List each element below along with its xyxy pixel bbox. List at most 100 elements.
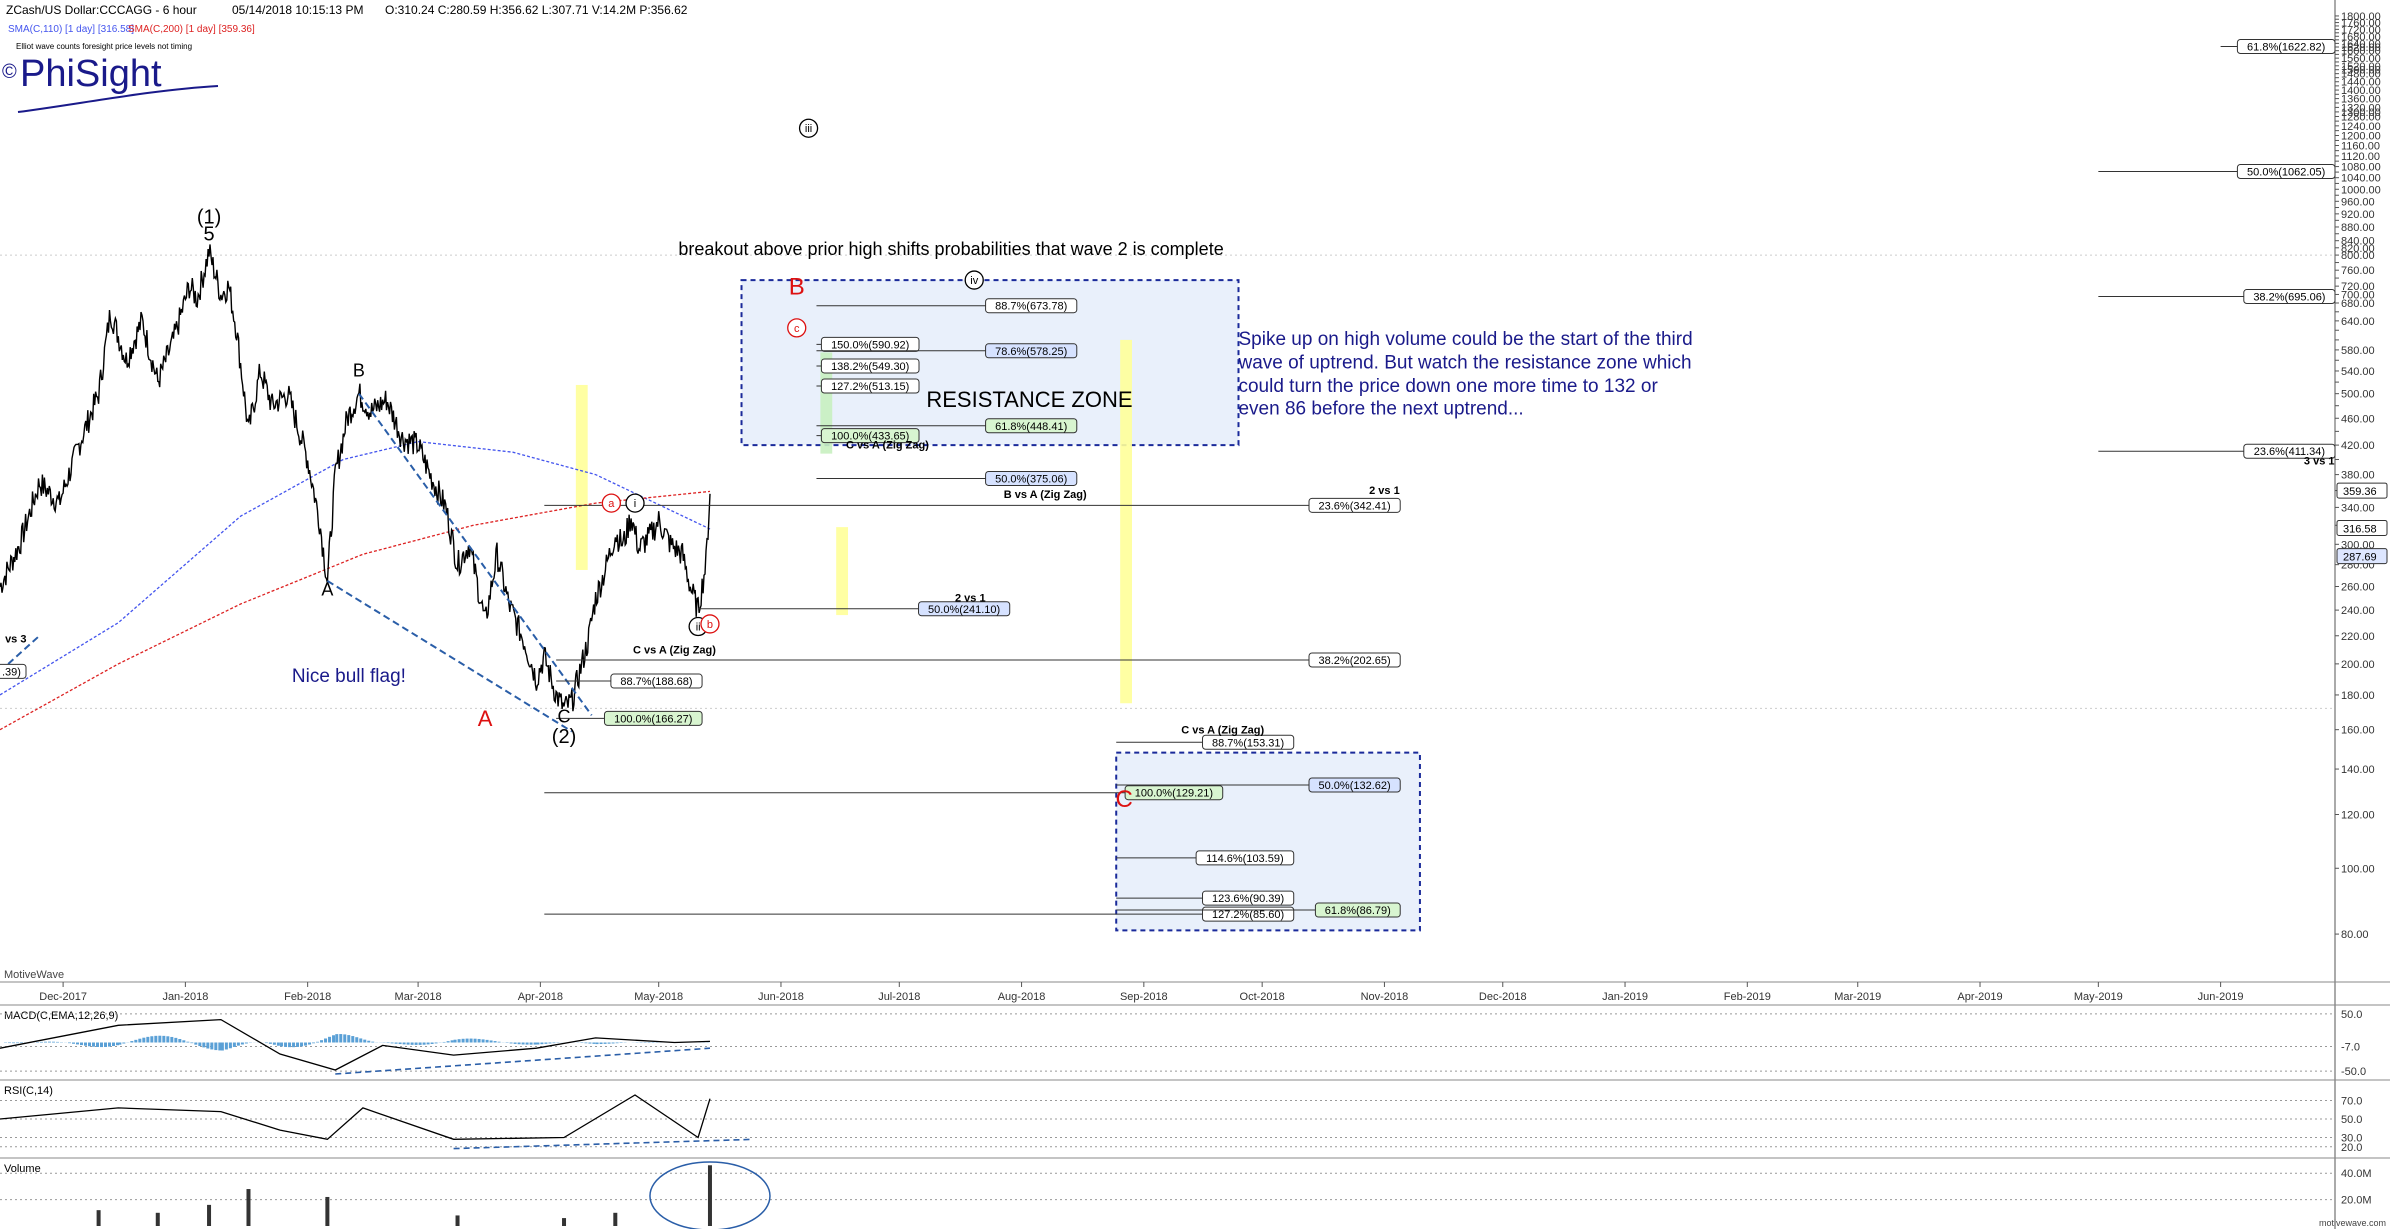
time-tick-label: Jan-2019	[1602, 991, 1648, 1003]
volume-bar	[562, 1218, 567, 1226]
fib-group-label: 3 vs 1	[2304, 456, 2335, 468]
macd-histogram-bar	[615, 1042, 619, 1044]
macd-histogram-bar	[284, 1042, 288, 1047]
macd-histogram-bar	[304, 1042, 308, 1046]
macd-histogram-bar	[240, 1042, 244, 1045]
macd-histogram-bar	[232, 1042, 236, 1047]
macd-histogram-bar	[20, 1042, 23, 1044]
fib-level-label: 50.0%(241.10)	[928, 604, 1000, 616]
macd-histogram-bar	[84, 1042, 87, 1046]
macd-histogram-bar	[104, 1042, 107, 1047]
price-tick-label: 220.00	[2341, 631, 2375, 643]
wave-circle-label: ii	[696, 622, 701, 634]
macd-tick-label: -50.0	[2341, 1066, 2366, 1078]
volume-bar	[246, 1189, 251, 1226]
time-tick-label: Apr-2018	[518, 991, 563, 1003]
macd-histogram-bar	[540, 1042, 544, 1045]
wave-label: (2)	[552, 726, 576, 748]
macd-histogram-bar	[272, 1042, 276, 1045]
wave-circle-label: iv	[970, 275, 978, 287]
fib-level-label: 61.8%(86.79)	[1325, 905, 1391, 917]
macd-histogram-bar	[194, 1042, 198, 1045]
macd-histogram-bar	[174, 1037, 178, 1043]
time-tick-label: Jan-2018	[162, 991, 208, 1003]
volume-bar	[707, 1165, 712, 1226]
macd-histogram-bar	[552, 1042, 556, 1044]
macd-histogram-bar	[146, 1036, 150, 1043]
wave-label: A	[321, 580, 333, 600]
wave-circle-label: i	[634, 498, 636, 510]
fib-level-label: .39)	[2, 666, 21, 678]
fib-level-label: 78.6%(578.25)	[995, 346, 1067, 358]
macd-histogram-bar	[206, 1042, 210, 1049]
wave-circle-label: b	[707, 619, 713, 631]
price-tick-label: 100.00	[2341, 863, 2375, 875]
time-tick-label: Feb-2019	[1724, 991, 1771, 1003]
macd-histogram-bar	[48, 1041, 51, 1043]
price-tick-label: 140.00	[2341, 764, 2375, 776]
macd-histogram-bar	[422, 1042, 426, 1045]
price-tag-value: 287.69	[2343, 552, 2377, 564]
macd-histogram-bar	[363, 1039, 367, 1043]
macd-histogram-bar	[236, 1042, 240, 1046]
price-tick-label: 260.00	[2341, 582, 2375, 594]
macd-histogram-bar	[308, 1042, 312, 1045]
macd-histogram-bar	[525, 1042, 529, 1045]
macd-histogram-bar	[182, 1040, 186, 1043]
macd-histogram-bar	[394, 1042, 398, 1044]
price-tick-label: 1040.00	[2341, 173, 2381, 185]
macd-histogram-bar	[166, 1036, 170, 1043]
fib-group-label: C vs A (Zig Zag)	[846, 440, 929, 452]
macd-histogram-bar	[198, 1042, 202, 1047]
macd-histogram-bar	[100, 1042, 103, 1048]
time-tick-label: Mar-2018	[395, 991, 442, 1003]
macd-histogram-bar	[300, 1042, 304, 1047]
macd-histogram-bar	[214, 1042, 218, 1051]
macd-histogram-bar	[12, 1042, 15, 1044]
price-tick-label: 840.00	[2341, 236, 2375, 248]
sma200-legend: SMA(C,200) [1 day] [359.36]	[128, 24, 255, 35]
price-tick-label: 180.00	[2341, 690, 2375, 702]
macd-histogram-bar	[430, 1042, 434, 1044]
price-tick-label: 340.00	[2341, 502, 2375, 514]
price-tick-label: 1120.00	[2341, 151, 2380, 163]
fib-level-label: 127.2%(85.60)	[1212, 909, 1284, 921]
price-tick-label: 960.00	[2341, 196, 2375, 208]
macd-histogram-bar	[162, 1035, 166, 1043]
macd-tick-label: 50.0	[2341, 1009, 2362, 1021]
price-tick-label: 380.00	[2341, 470, 2375, 482]
time-tick-label: May-2019	[2074, 991, 2123, 1003]
macd-histogram-bar	[44, 1041, 47, 1043]
macd-histogram-bar	[386, 1042, 390, 1044]
fib-level-label: 88.7%(153.31)	[1212, 737, 1284, 749]
macd-histogram-bar	[599, 1042, 603, 1045]
price-tick-label: 1000.00	[2341, 184, 2381, 196]
price-tick-label: 720.00	[2341, 281, 2375, 293]
fib-level-label: 150.0%(590.92)	[831, 339, 909, 351]
macd-histogram-bar	[96, 1042, 99, 1047]
macd-histogram-bar	[332, 1035, 336, 1043]
macd-histogram-bar	[359, 1038, 363, 1043]
macd-histogram-bar	[228, 1042, 232, 1049]
macd-histogram-bar	[367, 1040, 371, 1043]
fib-level-label: 38.2%(695.06)	[2253, 292, 2325, 304]
volume-bar	[207, 1204, 212, 1226]
price-tick-label: 920.00	[2341, 209, 2375, 221]
macd-histogram-bar	[544, 1042, 548, 1044]
chart-annotation: breakout above prior high shifts probabi…	[678, 239, 1223, 259]
price-tick-label: 640.00	[2341, 316, 2375, 328]
macd-histogram-bar	[220, 1042, 224, 1051]
macd-histogram-bar	[485, 1039, 489, 1043]
chart-annotation: even 86 before the next uptrend...	[1238, 398, 1523, 419]
header-datetime: 05/14/2018 10:15:13 PM	[232, 3, 363, 17]
chart-background	[0, 0, 2390, 1229]
macd-histogram-bar	[210, 1042, 214, 1050]
macd-histogram-bar	[158, 1035, 162, 1043]
fib-level-label: 50.0%(1062.05)	[2247, 167, 2325, 179]
volume-bar	[613, 1212, 618, 1226]
macd-histogram-bar	[457, 1039, 461, 1043]
macd-histogram-bar	[477, 1038, 481, 1043]
macd-histogram-bar	[268, 1042, 272, 1044]
macd-histogram-bar	[170, 1036, 174, 1043]
header-ohlc: O:310.24 C:280.59 H:356.62 L:307.71 V:14…	[385, 3, 688, 17]
